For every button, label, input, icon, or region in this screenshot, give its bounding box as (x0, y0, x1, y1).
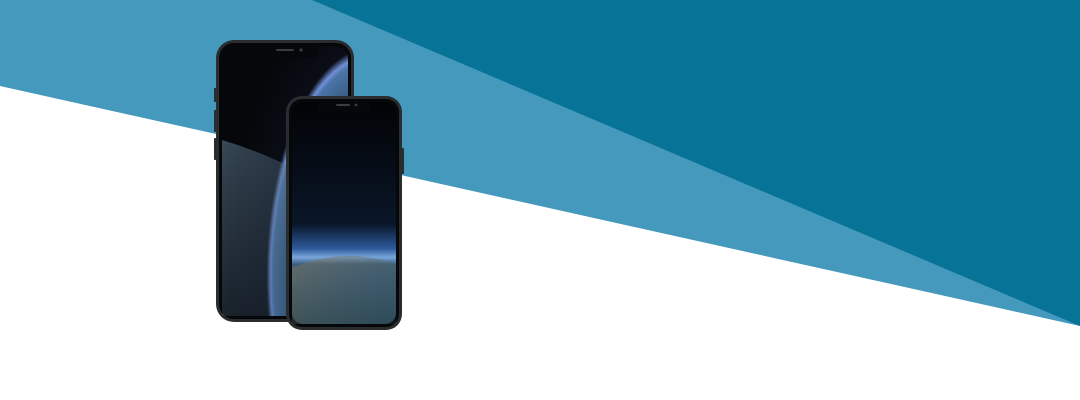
speaker-grille (276, 49, 294, 51)
earth-surface (292, 255, 396, 324)
banner-background (0, 0, 1080, 400)
small-phone (285, 96, 405, 330)
speaker-grille (336, 104, 350, 106)
front-camera (299, 48, 303, 52)
front-camera (354, 103, 358, 107)
